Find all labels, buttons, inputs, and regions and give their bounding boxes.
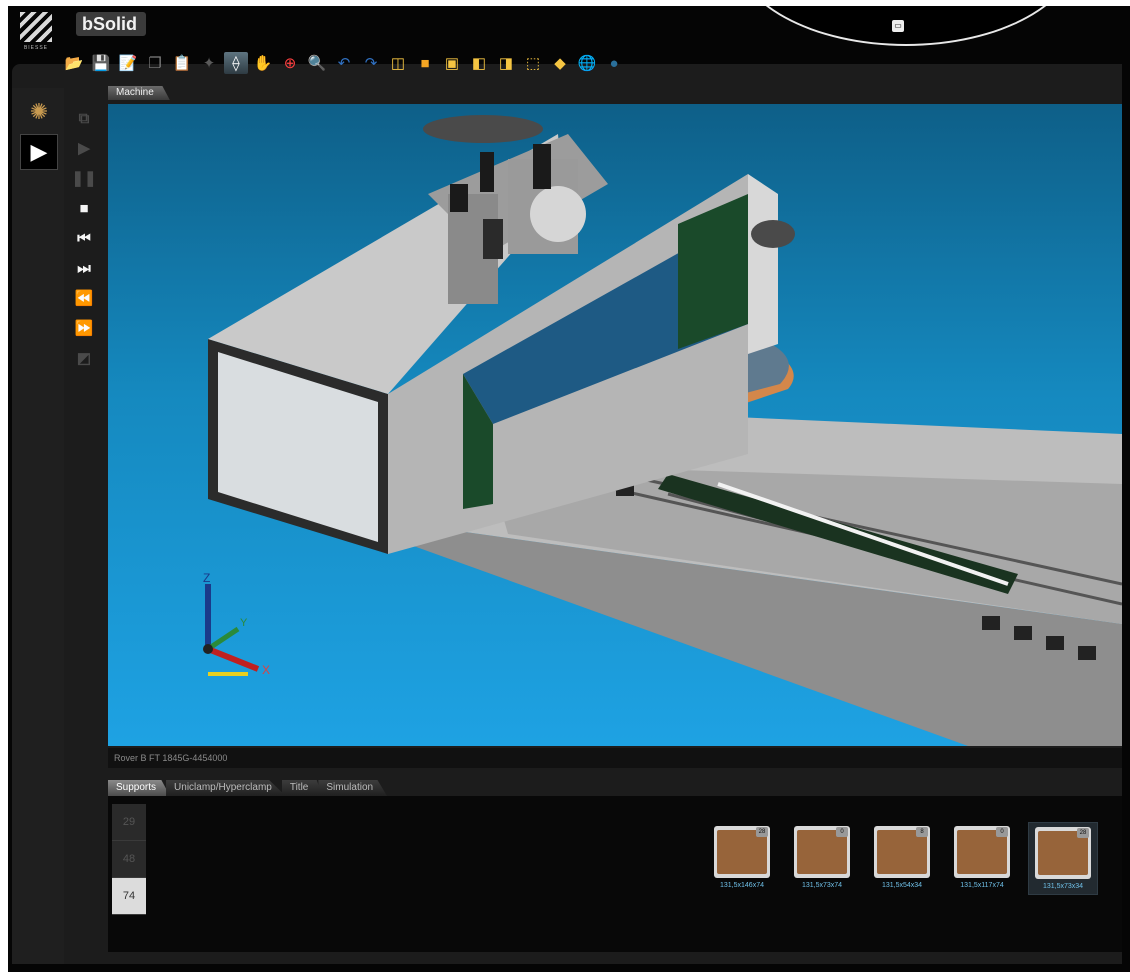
motor-3 <box>450 184 468 212</box>
diamond-icon[interactable]: ◆ <box>548 52 572 74</box>
edit-icon[interactable]: 📝 <box>116 52 140 74</box>
measure-icon[interactable]: ⟠ <box>224 52 248 74</box>
support-count-badge: 8 <box>916 827 928 837</box>
support-count-badge: 28 <box>756 827 768 837</box>
app-title: bSolid <box>76 12 146 36</box>
step-forward-icon[interactable]: ⏭ <box>73 256 95 280</box>
biesse-logo: BIESSE <box>18 12 54 56</box>
gantry-end-cap <box>748 174 778 354</box>
drill-block <box>483 219 503 259</box>
tab-title[interactable]: Title <box>281 780 323 796</box>
support-label: 131,5x73x74 <box>801 882 843 889</box>
support-thumbnail: 0 <box>794 826 850 878</box>
axis-triad <box>203 584 260 676</box>
motor-2 <box>480 152 494 192</box>
support-label: 131,5x54x34 <box>881 882 923 889</box>
logo-text: BIESSE <box>23 45 49 51</box>
save-icon[interactable]: 💾 <box>89 52 113 74</box>
view-iso-icon[interactable]: ◫ <box>386 52 410 74</box>
copy-icon[interactable]: ❐ <box>143 52 167 74</box>
stop-icon[interactable]: ■ <box>73 196 95 220</box>
tab-simulation[interactable]: Simulation <box>318 780 388 796</box>
support-item[interactable]: 0 131,5x117x74 <box>948 822 1016 895</box>
globe-icon[interactable]: 🌐 <box>575 52 599 74</box>
support-count-badge: 0 <box>996 827 1008 837</box>
tab-machine[interactable]: Machine <box>108 86 170 100</box>
axis-z-label: Z <box>203 571 210 585</box>
clip-icon[interactable]: ◩ <box>73 346 95 370</box>
machine-status: Rover B FT 1845G-4454000 <box>108 748 1122 768</box>
view-left-icon[interactable]: ◧ <box>467 52 491 74</box>
3d-viewport[interactable]: Z Y X <box>108 104 1122 746</box>
height-item[interactable]: 74 <box>112 878 146 915</box>
machine-assembly-icon[interactable]: ✺ <box>20 94 58 130</box>
gantry-bumper-back <box>423 115 543 143</box>
supports-panel: 29 48 74 28 131,5x146x74 0 131,5x73x74 8 131,5x… <box>108 796 1122 952</box>
supports-list: 28 131,5x146x74 0 131,5x73x74 8 131,5x54x34 0 1… <box>708 822 1098 895</box>
redo-icon[interactable]: ↷ <box>359 52 383 74</box>
sphere-icon[interactable]: ● <box>602 52 626 74</box>
support-count-badge: 0 <box>836 827 848 837</box>
axis-y-label: Y <box>240 617 248 629</box>
machine-render: Z Y X <box>203 115 1122 746</box>
sparkle-icon[interactable]: ✦ <box>197 52 221 74</box>
pause-icon[interactable]: ❚❚ <box>71 166 96 190</box>
main-toolbar: 📂 💾 📝 ❐ 📋 ✦ ⟠ ✋ ⊕ 🔍 ↶ ↷ ◫ ■ ▣ ◧ ◨ ⬚ ◆ 🌐 ● <box>62 52 626 78</box>
axis-x-label: X <box>262 663 270 677</box>
tab-supports[interactable]: Supports <box>108 780 171 796</box>
support-item[interactable]: 8 131,5x54x34 <box>868 822 936 895</box>
hud-arc <box>734 6 1078 46</box>
view-wire-icon[interactable]: ⬚ <box>521 52 545 74</box>
bottom-tabs: Supports Uniclamp/Hyperclamp Title Simulati… <box>108 780 388 796</box>
support-thumbnail: 0 <box>954 826 1010 878</box>
support-thumbnail: 28 <box>714 826 770 878</box>
step-back-icon[interactable]: ⏮ <box>73 226 95 250</box>
view-front-icon[interactable]: ■ <box>413 52 437 74</box>
logo-mark-icon <box>20 12 52 42</box>
left-rail <box>12 88 64 964</box>
view-right-icon[interactable]: ◨ <box>494 52 518 74</box>
support-label: 131,5x146x74 <box>720 882 764 889</box>
simulation-controls: ⧉ ▶ ❚❚ ■ ⏮ ⏭ ⏪ ⏩ ◩ <box>70 106 98 370</box>
pan-hand-icon[interactable]: ✋ <box>251 52 275 74</box>
support-item[interactable]: 28 131,5x146x74 <box>708 822 776 895</box>
view-top-icon[interactable]: ▣ <box>440 52 464 74</box>
support-label: 131,5x73x34 <box>1042 883 1084 890</box>
zoom-fit-icon[interactable]: ⊕ <box>278 52 302 74</box>
support-item[interactable]: 0 131,5x73x74 <box>788 822 856 895</box>
support-thumbnail: 28 <box>1035 827 1091 879</box>
fit-icon[interactable]: ⧉ <box>73 106 95 130</box>
height-item[interactable]: 29 <box>112 804 146 841</box>
paste-icon[interactable]: 📋 <box>170 52 194 74</box>
height-item[interactable]: 48 <box>112 841 146 878</box>
undo-icon[interactable]: ↶ <box>332 52 356 74</box>
support-label: 131,5x117x74 <box>960 882 1004 889</box>
support-count-badge: 28 <box>1077 828 1089 838</box>
fast-rewind-icon[interactable]: ⏪ <box>73 286 95 310</box>
tab-uniclamp-hyperclamp[interactable]: Uniclamp/Hyperclamp <box>166 780 286 796</box>
motor-1 <box>533 144 551 189</box>
gantry-bumper-front <box>751 220 795 248</box>
fast-forward-icon[interactable]: ⏩ <box>73 316 95 340</box>
play-panel-icon[interactable]: ▶ <box>20 134 58 170</box>
zoom-icon[interactable]: 🔍 <box>305 52 329 74</box>
play-icon[interactable]: ▶ <box>73 136 95 160</box>
spindle-housing <box>530 186 586 242</box>
height-list: 29 48 74 <box>112 804 146 915</box>
support-item[interactable]: 28 131,5x73x34 <box>1028 822 1098 895</box>
support-thumbnail: 8 <box>874 826 930 878</box>
printer-icon[interactable]: ▭ <box>892 20 904 32</box>
open-folder-icon[interactable]: 📂 <box>62 52 86 74</box>
